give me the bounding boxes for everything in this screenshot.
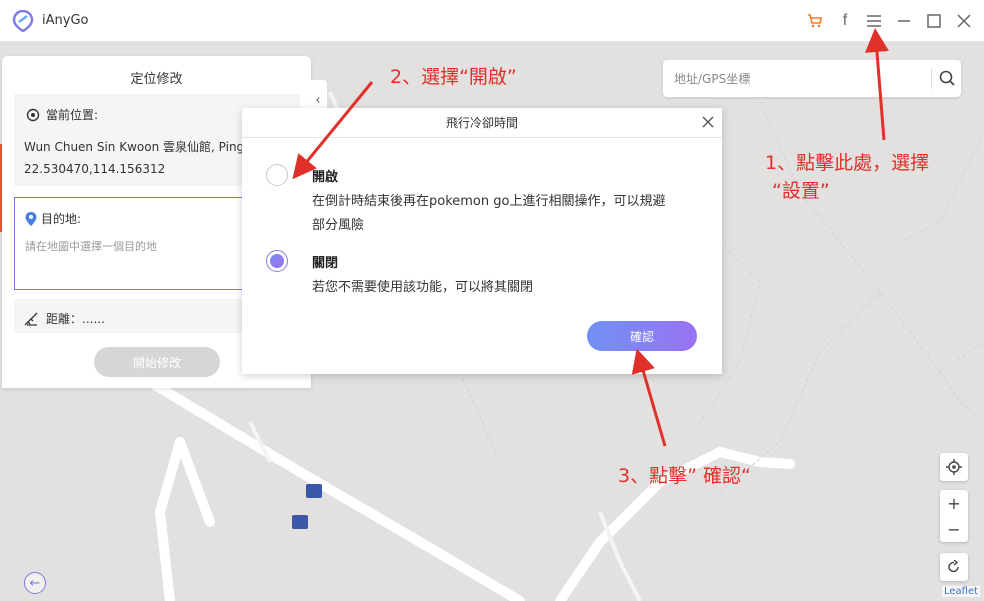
annotation-step3: 3、點擊” 確認“ (618, 465, 751, 487)
current-location-label: 當前位置: (46, 108, 99, 122)
destination-label: 目的地: (41, 212, 82, 226)
distance-label: 距離：...... (46, 312, 105, 326)
annotation-step1-line2: “設置” (772, 180, 830, 202)
destination-header: 目的地: (25, 210, 81, 227)
refresh-icon (948, 560, 959, 573)
zoom-out-icon[interactable]: − (947, 516, 960, 542)
zoom-in-icon[interactable]: + (947, 490, 960, 516)
bus-stop-icon (292, 515, 308, 529)
radio-enable[interactable] (266, 164, 288, 186)
cooldown-dialog: 飛行冷卻時間 開啟 在倒計時結束後再在pokemon go上進行相關操作，可以規… (242, 108, 722, 374)
search-divider (931, 68, 932, 89)
distance-row: 距離：...... (24, 310, 105, 327)
app-name: iAnyGo (42, 13, 89, 28)
panel-title: 定位修改 (130, 72, 183, 87)
facebook-icon[interactable]: f (834, 10, 856, 32)
option-disable-title: 關閉 (312, 256, 339, 271)
menu-icon[interactable] (863, 10, 885, 32)
cart-icon[interactable] (804, 10, 826, 32)
minimize-icon[interactable] (893, 10, 915, 32)
bus-stop-icon (306, 484, 322, 498)
option-enable-desc-2: 部分風險 (312, 218, 365, 233)
locate-button[interactable] (940, 453, 968, 481)
zoom-control: + − (940, 490, 968, 542)
confirm-button[interactable]: 確認 (587, 321, 697, 351)
title-bar: iAnyGo f (0, 0, 984, 42)
current-location-coords: 22.530470,114.156312 (24, 162, 166, 176)
annotation-step1: 1、點擊此處，選擇 (765, 152, 930, 174)
current-location-name: Wun Chuen Sin Kwoon 雲泉仙館, Ping (24, 140, 245, 154)
start-modify-button[interactable]: 開始修改 (94, 347, 220, 377)
target-icon (26, 108, 40, 121)
reset-button[interactable] (940, 553, 968, 581)
radio-disable[interactable] (266, 250, 288, 272)
ruler-icon (24, 312, 38, 326)
dialog-title: 飛行冷卻時間 (242, 108, 722, 138)
current-location-header: 當前位置: (26, 106, 98, 123)
search-input[interactable]: 地址/GPS坐標 (674, 70, 750, 87)
crosshair-icon (946, 459, 962, 475)
location-pin-icon (25, 211, 37, 226)
search-icon[interactable] (937, 68, 957, 88)
app-logo-icon (12, 10, 34, 32)
option-enable-desc: 在倒計時結束後再在pokemon go上進行相關操作，可以規避 (312, 194, 666, 209)
annotation-step2: 2、選擇“開啟” (390, 66, 517, 88)
arrow-left-icon: ← (29, 575, 41, 591)
maximize-icon[interactable] (923, 10, 945, 32)
chevron-left-icon: ‹ (315, 92, 321, 108)
dialog-close-icon[interactable] (698, 112, 718, 132)
back-button[interactable]: ← (24, 572, 46, 594)
destination-input[interactable]: 請在地圖中選擇一個目的地 (25, 238, 157, 254)
leaflet-attribution[interactable]: Leaflet (942, 586, 981, 597)
option-disable-desc: 若您不需要使用該功能，可以將其關閉 (312, 280, 534, 295)
search-bar: 地址/GPS坐標 (663, 60, 961, 97)
option-enable-title: 開啟 (312, 170, 339, 185)
close-icon[interactable] (953, 10, 975, 32)
